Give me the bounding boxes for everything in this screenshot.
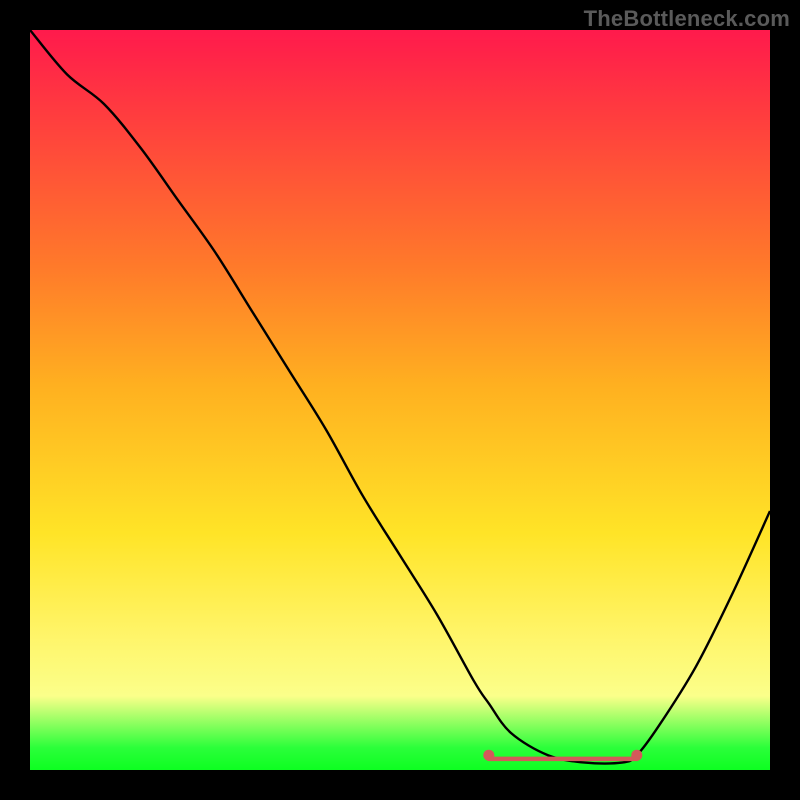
marker-start: [483, 750, 494, 761]
plot-area: [30, 30, 770, 770]
marker-end: [631, 750, 642, 761]
watermark-text: TheBottleneck.com: [584, 6, 790, 32]
chart-frame: TheBottleneck.com: [0, 0, 800, 800]
curve-svg: [30, 30, 770, 770]
bottleneck-curve: [30, 30, 770, 764]
